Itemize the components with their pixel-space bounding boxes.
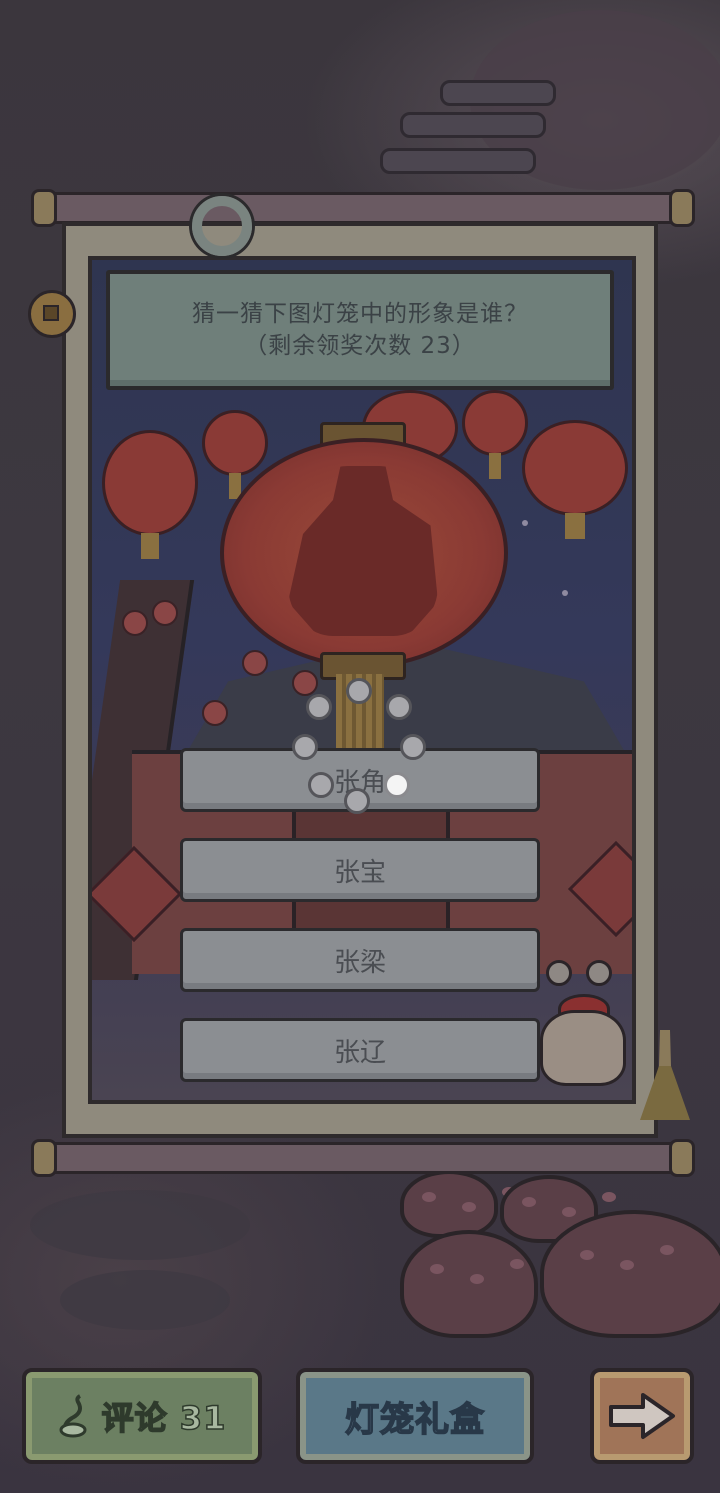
lantern-gift-box-button[interactable]: 灯笼礼盒: [296, 1368, 534, 1464]
spinner-dot: [386, 694, 412, 720]
background-step: [400, 112, 546, 138]
background-mushroom: [400, 1230, 538, 1338]
blossom: [152, 600, 178, 626]
answer-label: 张梁: [333, 947, 386, 978]
blossom: [242, 650, 268, 676]
snail-mascot: [540, 960, 630, 1086]
snowflake: [562, 590, 568, 596]
small-lantern: [462, 390, 528, 479]
spinner-dot: [346, 678, 372, 704]
spinner-dot: [306, 694, 332, 720]
background-rock: [60, 1270, 230, 1330]
question-box: 猜一猜下图灯笼中的形象是谁？ （剩余领奖次数 23）: [106, 270, 614, 390]
spinner-dot-active: [384, 772, 410, 798]
quill-icon: [59, 1394, 87, 1438]
spinner-dot: [308, 772, 334, 798]
scroll-cap: [669, 1139, 695, 1177]
scroll-bottom-rod: [31, 1139, 695, 1177]
snowflake: [522, 520, 528, 526]
scroll-cap: [31, 1139, 57, 1177]
blossom: [202, 700, 228, 726]
small-lantern: [202, 410, 268, 499]
small-lantern: [522, 420, 628, 539]
answer-button-2[interactable]: 张宝: [180, 838, 540, 902]
comment-button[interactable]: 评论 31: [22, 1368, 262, 1464]
arrow-right-icon: [609, 1393, 675, 1439]
question-text: 猜一猜下图灯笼中的形象是谁？: [192, 301, 528, 327]
answer-label: 张宝: [333, 857, 386, 888]
next-button[interactable]: [590, 1368, 694, 1464]
scroll-top-rod: [31, 189, 695, 227]
answer-button-3[interactable]: 张梁: [180, 928, 540, 992]
blossom: [122, 610, 148, 636]
spinner-dot: [344, 788, 370, 814]
spinner-dot: [400, 734, 426, 760]
background-step: [380, 148, 536, 174]
scroll-cap: [31, 189, 57, 227]
remaining-attempts-text: （剩余领奖次数 23）: [244, 333, 476, 359]
snail-eye: [546, 960, 572, 986]
background-mushroom: [400, 1170, 498, 1238]
scroll-cap: [669, 189, 695, 227]
background-rock: [30, 1190, 250, 1260]
snail-body: [540, 1010, 626, 1086]
spinner-dot: [292, 734, 318, 760]
small-lantern: [102, 430, 198, 559]
jade-ring-ornament: [192, 196, 252, 256]
background-mushroom: [540, 1210, 720, 1338]
answer-button-4[interactable]: 张辽: [180, 1018, 540, 1082]
answer-label: 张辽: [333, 1037, 386, 1068]
coin-ornament: [28, 290, 76, 338]
lantern-gift-box-label: 灯笼礼盒: [344, 1399, 485, 1441]
blossom: [292, 670, 318, 696]
snail-eye: [586, 960, 612, 986]
comment-label: 评论 31: [101, 1398, 227, 1438]
background-step: [440, 80, 556, 106]
